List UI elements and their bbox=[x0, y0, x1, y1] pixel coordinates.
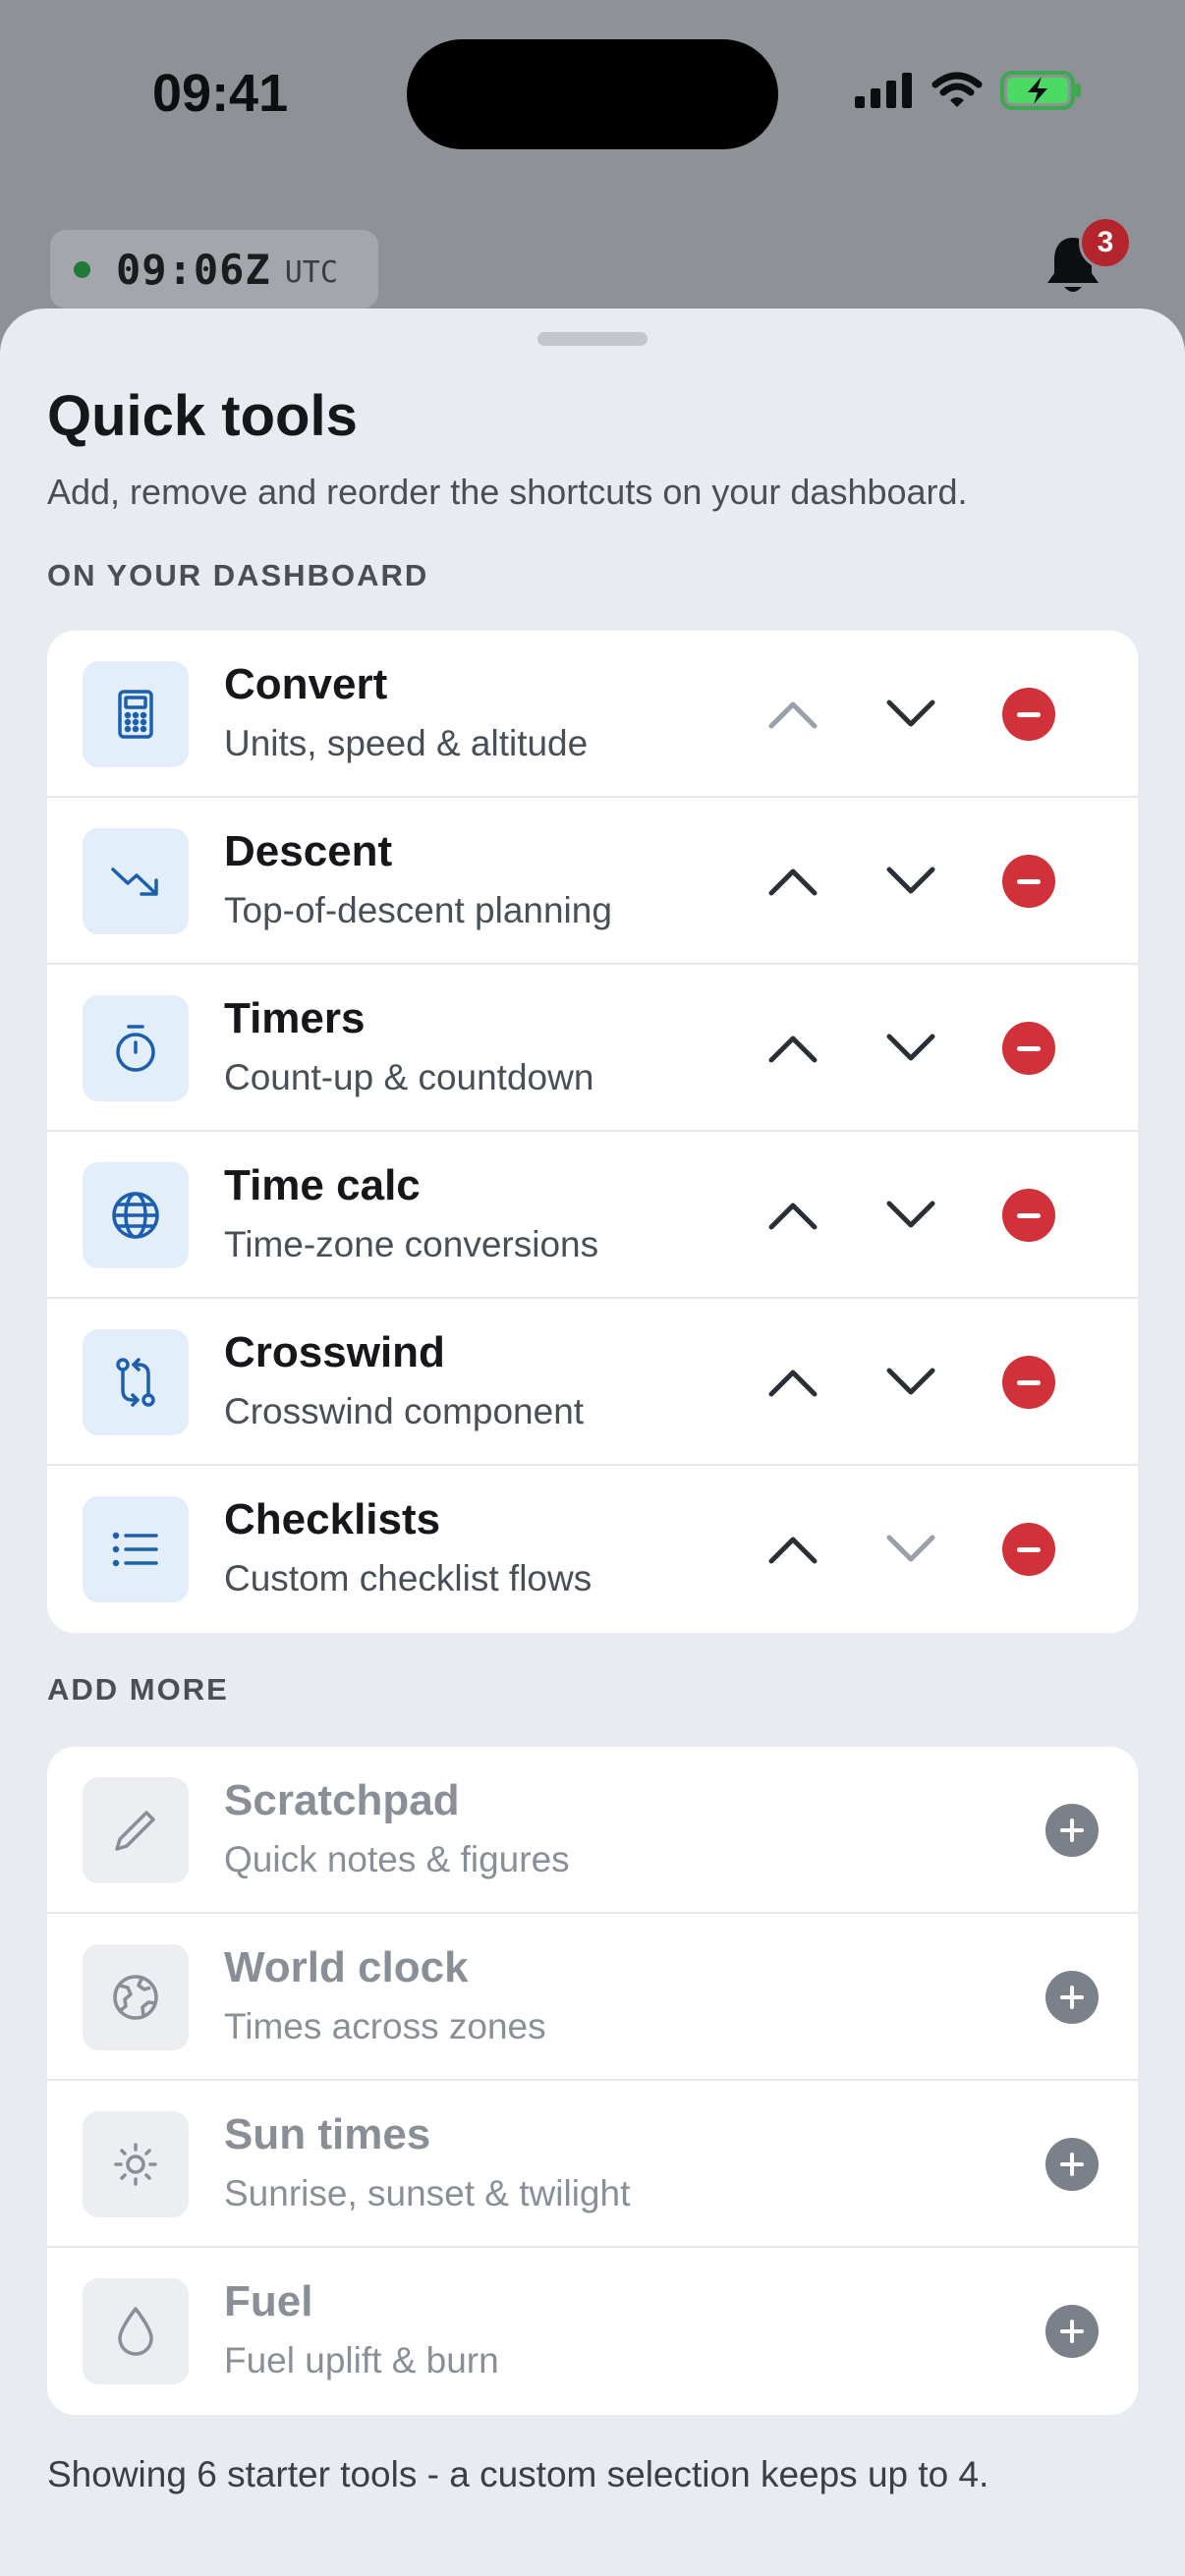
move-down-button[interactable] bbox=[876, 847, 945, 916]
tool-title: Fuel bbox=[224, 2277, 313, 2325]
pencil-icon bbox=[83, 1777, 189, 1883]
dashboard-tool-row: Checklists Custom checklist flows bbox=[47, 1466, 1138, 1633]
sheet-subtitle: Add, remove and reorder the shortcuts on… bbox=[47, 472, 968, 512]
section-label-dashboard: ON YOUR DASHBOARD bbox=[47, 558, 429, 592]
tool-title: Descent bbox=[224, 827, 393, 875]
move-up-button bbox=[759, 680, 827, 749]
quick-tools-sheet: Quick tools Add, remove and reorder the … bbox=[0, 308, 1185, 2576]
add-tool-button[interactable] bbox=[1038, 2130, 1106, 2199]
online-status-dot bbox=[74, 260, 90, 278]
dashboard-tool-row: Descent Top-of-descent planning bbox=[47, 798, 1138, 965]
dashboard-tool-row: Convert Units, speed & altitude bbox=[47, 631, 1138, 798]
footer-note: Showing 6 starter tools - a custom selec… bbox=[47, 2454, 989, 2494]
swap-arrows-icon bbox=[83, 1329, 189, 1435]
notification-badge: 3 bbox=[1079, 216, 1132, 269]
utc-label: UTC bbox=[284, 254, 338, 290]
remove-tool-button[interactable] bbox=[994, 1515, 1063, 1584]
add-tool-button[interactable] bbox=[1038, 1963, 1106, 2032]
minus-circle-icon bbox=[1002, 1189, 1055, 1242]
tool-title: Crosswind bbox=[224, 1328, 445, 1376]
list-icon bbox=[83, 1496, 189, 1602]
plus-circle-icon bbox=[1045, 2305, 1099, 2358]
available-tool-row[interactable]: Scratchpad Quick notes & figures bbox=[47, 1747, 1138, 1914]
add-tool-button[interactable] bbox=[1038, 2297, 1106, 2366]
tool-description: Crosswind component bbox=[224, 1391, 585, 1431]
trending-down-icon bbox=[83, 828, 189, 934]
wifi-icon bbox=[931, 72, 983, 109]
sheet-title: Quick tools bbox=[47, 384, 358, 448]
minus-circle-icon bbox=[1002, 1356, 1055, 1409]
tool-description: Time-zone conversions bbox=[224, 1224, 599, 1264]
tool-description: Top-of-descent planning bbox=[224, 890, 612, 930]
remove-tool-button[interactable] bbox=[994, 1348, 1063, 1417]
move-up-button[interactable] bbox=[759, 1348, 827, 1417]
minus-circle-icon bbox=[1002, 1523, 1055, 1576]
sun-icon bbox=[83, 2111, 189, 2217]
tool-description: Sunrise, sunset & twilight bbox=[224, 2173, 631, 2213]
available-tool-row[interactable]: Fuel Fuel uplift & burn bbox=[47, 2248, 1138, 2415]
tool-title: Time calc bbox=[224, 1161, 421, 1209]
remove-tool-button[interactable] bbox=[994, 680, 1063, 749]
tool-title: Convert bbox=[224, 660, 388, 708]
signal-icon bbox=[855, 73, 914, 108]
move-up-button[interactable] bbox=[759, 1014, 827, 1083]
tool-title: Scratchpad bbox=[224, 1776, 460, 1824]
utc-clock-pill[interactable]: 09:06Z UTC bbox=[50, 230, 378, 308]
dashboard-tool-row: Time calc Time-zone conversions bbox=[47, 1132, 1138, 1299]
remove-tool-button[interactable] bbox=[994, 847, 1063, 916]
sheet-grabber[interactable] bbox=[537, 332, 648, 346]
droplet-icon bbox=[83, 2278, 189, 2384]
plus-circle-icon bbox=[1045, 1804, 1099, 1857]
stopwatch-icon bbox=[83, 995, 189, 1101]
section-label-add-more: ADD MORE bbox=[47, 1672, 229, 1707]
status-icons bbox=[855, 71, 1083, 110]
dashboard-tool-row: Crosswind Crosswind component bbox=[47, 1299, 1138, 1466]
minus-circle-icon bbox=[1002, 855, 1055, 908]
move-down-button bbox=[876, 1515, 945, 1584]
remove-tool-button[interactable] bbox=[994, 1014, 1063, 1083]
calculator-icon bbox=[83, 661, 189, 767]
tool-description: Units, speed & altitude bbox=[224, 723, 589, 763]
globe-icon bbox=[83, 1162, 189, 1268]
tool-description: Times across zones bbox=[224, 2006, 546, 2046]
available-tools-list: Scratchpad Quick notes & figures World c… bbox=[47, 1747, 1138, 2415]
tool-description: Count-up & countdown bbox=[224, 1057, 594, 1097]
dashboard-tool-row: Timers Count-up & countdown bbox=[47, 965, 1138, 1132]
plus-circle-icon bbox=[1045, 2138, 1099, 2191]
tool-title: Checklists bbox=[224, 1495, 441, 1543]
move-up-button[interactable] bbox=[759, 847, 827, 916]
move-down-button[interactable] bbox=[876, 1181, 945, 1250]
battery-charging-icon bbox=[1000, 71, 1083, 110]
dynamic-island bbox=[407, 39, 778, 149]
tool-description: Fuel uplift & burn bbox=[224, 2340, 499, 2380]
move-up-button[interactable] bbox=[759, 1515, 827, 1584]
move-up-button[interactable] bbox=[759, 1181, 827, 1250]
status-time: 09:41 bbox=[152, 64, 289, 123]
move-down-button[interactable] bbox=[876, 1348, 945, 1417]
tool-title: Sun times bbox=[224, 2110, 431, 2158]
available-tool-row[interactable]: Sun times Sunrise, sunset & twilight bbox=[47, 2081, 1138, 2248]
earth-icon bbox=[83, 1944, 189, 2050]
tool-title: Timers bbox=[224, 994, 366, 1042]
tool-description: Custom checklist flows bbox=[224, 1558, 592, 1598]
tool-title: World clock bbox=[224, 1943, 469, 1991]
move-down-button[interactable] bbox=[876, 680, 945, 749]
tool-description: Quick notes & figures bbox=[224, 1839, 570, 1879]
move-down-button[interactable] bbox=[876, 1014, 945, 1083]
utc-time: 09:06Z bbox=[116, 245, 271, 294]
add-tool-button[interactable] bbox=[1038, 1796, 1106, 1865]
minus-circle-icon bbox=[1002, 1022, 1055, 1075]
remove-tool-button[interactable] bbox=[994, 1181, 1063, 1250]
minus-circle-icon bbox=[1002, 688, 1055, 741]
available-tool-row[interactable]: World clock Times across zones bbox=[47, 1914, 1138, 2081]
dashboard-tools-list: Convert Units, speed & altitude Descent … bbox=[47, 631, 1138, 1633]
plus-circle-icon bbox=[1045, 1971, 1099, 2024]
